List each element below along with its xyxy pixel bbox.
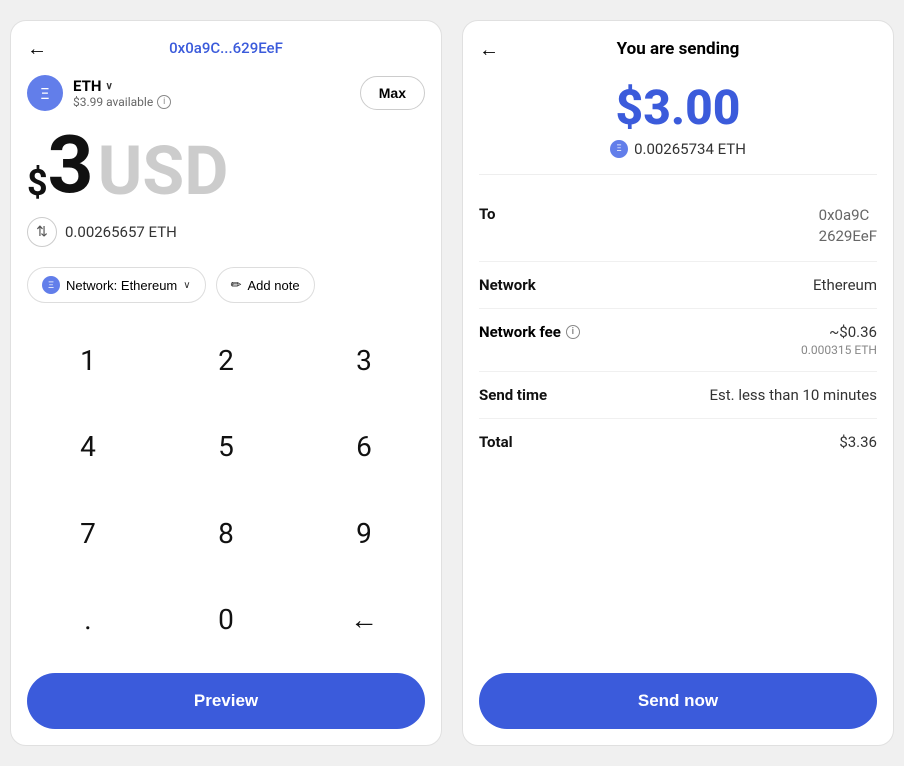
send-amount-eth-row: Ξ 0.00265734 ETH bbox=[463, 140, 893, 174]
send-amount-usd: $3.00 bbox=[463, 69, 893, 140]
amount-display: $ 3 USD bbox=[11, 115, 441, 209]
send-time-value: Est. less than 10 minutes bbox=[709, 386, 877, 404]
right-title: You are sending bbox=[617, 39, 740, 59]
right-header: ← You are sending bbox=[463, 21, 893, 69]
eth-conversion-amount: 0.00265657 ETH bbox=[65, 223, 177, 241]
preview-button[interactable]: Preview bbox=[27, 673, 425, 729]
token-selector[interactable]: ETH ∨ bbox=[73, 77, 171, 95]
network-fee-value-block: ~$0.36 0.000315 ETH bbox=[801, 323, 877, 357]
numpad-9[interactable]: 9 bbox=[295, 490, 433, 577]
network-row: Network Ethereum bbox=[479, 262, 877, 309]
usd-label: USD bbox=[98, 137, 229, 205]
total-row: Total $3.36 bbox=[479, 419, 877, 465]
numpad: 1 2 3 4 5 6 7 8 9 . 0 ← bbox=[11, 317, 441, 663]
network-label: Network: Ethereum bbox=[66, 278, 177, 293]
numpad-7[interactable]: 7 bbox=[19, 490, 157, 577]
amount-number: 3 bbox=[48, 125, 94, 205]
options-row: Ξ Network: Ethereum ∨ ✏ Add note bbox=[11, 259, 441, 317]
network-selector[interactable]: Ξ Network: Ethereum ∨ bbox=[27, 267, 206, 303]
network-fee-usd: ~$0.36 bbox=[801, 323, 877, 341]
network-fee-label-block: Network fee i bbox=[479, 323, 580, 341]
send-now-button[interactable]: Send now bbox=[479, 673, 877, 729]
dollar-sign: $ bbox=[27, 165, 48, 201]
numpad-3[interactable]: 3 bbox=[295, 317, 433, 404]
network-detail-label: Network bbox=[479, 276, 536, 294]
send-amount-eth-value: 0.00265734 ETH bbox=[634, 140, 746, 158]
to-address-block: 0x0a9C 2629EeF bbox=[819, 205, 877, 247]
left-screen: ← 0x0a9C...629EeF Ξ ETH ∨ $3.99 availabl… bbox=[10, 20, 442, 746]
numpad-8[interactable]: 8 bbox=[157, 490, 295, 577]
pencil-icon: ✏ bbox=[231, 277, 242, 293]
numpad-5[interactable]: 5 bbox=[157, 404, 295, 491]
add-note-button[interactable]: ✏ Add note bbox=[216, 267, 315, 303]
network-detail-value: Ethereum bbox=[813, 276, 877, 294]
right-screen: ← You are sending $3.00 Ξ 0.00265734 ETH… bbox=[462, 20, 894, 746]
numpad-0[interactable]: 0 bbox=[157, 577, 295, 664]
token-info: Ξ ETH ∨ $3.99 available i bbox=[27, 75, 171, 111]
eth-conversion-row: ⇅ 0.00265657 ETH bbox=[11, 209, 441, 259]
total-label: Total bbox=[479, 433, 513, 451]
numpad-2[interactable]: 2 bbox=[157, 317, 295, 404]
wallet-address[interactable]: 0x0a9C...629EeF bbox=[169, 39, 283, 57]
to-row: To 0x0a9C 2629EeF bbox=[479, 191, 877, 262]
total-value: $3.36 bbox=[839, 433, 877, 451]
add-note-label: Add note bbox=[248, 278, 300, 293]
to-address-line2: 2629EeF bbox=[819, 226, 877, 247]
numpad-6[interactable]: 6 bbox=[295, 404, 433, 491]
details-section: To 0x0a9C 2629EeF Network Ethereum Netwo… bbox=[463, 175, 893, 657]
eth-logo-icon: Ξ bbox=[27, 75, 63, 111]
network-fee-eth: 0.000315 ETH bbox=[801, 343, 877, 357]
token-chevron-icon: ∨ bbox=[105, 81, 112, 92]
left-header: ← 0x0a9C...629EeF bbox=[11, 21, 441, 67]
numpad-dot[interactable]: . bbox=[19, 577, 157, 664]
numpad-backspace[interactable]: ← bbox=[295, 577, 433, 664]
numpad-1[interactable]: 1 bbox=[19, 317, 157, 404]
token-symbol: ETH bbox=[73, 77, 101, 95]
network-fee-row: Network fee i ~$0.36 0.000315 ETH bbox=[479, 309, 877, 372]
network-eth-icon: Ξ bbox=[42, 276, 60, 294]
send-time-row: Send time Est. less than 10 minutes bbox=[479, 372, 877, 419]
available-balance: $3.99 available i bbox=[73, 95, 171, 109]
eth-icon-right: Ξ bbox=[610, 140, 628, 158]
back-button-left[interactable]: ← bbox=[27, 36, 47, 61]
network-fee-text: Network fee bbox=[479, 323, 561, 341]
token-name-section: ETH ∨ $3.99 available i bbox=[73, 77, 171, 109]
max-button[interactable]: Max bbox=[360, 76, 425, 110]
to-address-line1: 0x0a9C bbox=[819, 205, 877, 226]
swap-icon[interactable]: ⇅ bbox=[27, 217, 57, 247]
numpad-4[interactable]: 4 bbox=[19, 404, 157, 491]
to-label: To bbox=[479, 205, 496, 223]
network-chevron-icon: ∨ bbox=[183, 280, 190, 291]
network-fee-info-icon[interactable]: i bbox=[566, 325, 580, 339]
info-icon[interactable]: i bbox=[157, 95, 171, 109]
send-time-label: Send time bbox=[479, 386, 547, 404]
token-row: Ξ ETH ∨ $3.99 available i Max bbox=[11, 67, 441, 115]
back-button-right[interactable]: ← bbox=[479, 37, 499, 62]
